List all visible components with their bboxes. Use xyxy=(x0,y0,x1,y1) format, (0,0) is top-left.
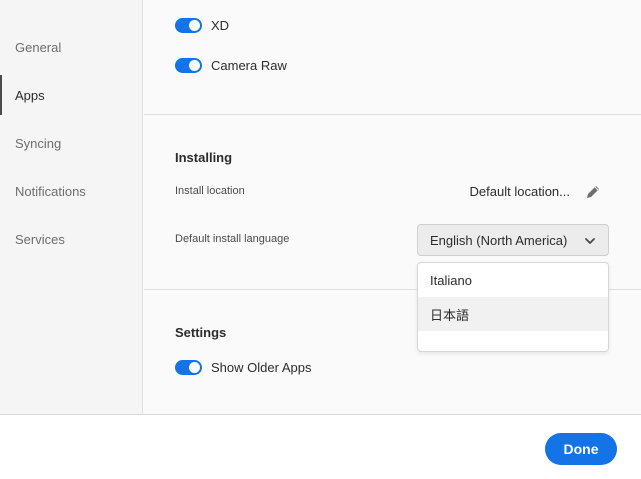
camera-raw-toggle[interactable] xyxy=(175,57,202,73)
settings-toggle-row: Show Older Apps xyxy=(175,357,311,377)
language-option-japanese[interactable]: 日本語 xyxy=(418,297,608,331)
install-location-value: Default location... xyxy=(469,184,570,199)
toggle-label: Camera Raw xyxy=(211,57,287,73)
installing-section-title: Installing xyxy=(175,150,233,165)
chevron-down-icon xyxy=(585,238,595,244)
sidebar-item-label: Services xyxy=(15,231,65,247)
show-older-apps-toggle[interactable] xyxy=(175,359,202,375)
sidebar-item-apps[interactable]: Apps xyxy=(0,75,142,115)
sidebar-item-general[interactable]: General xyxy=(0,27,142,67)
language-option-italiano[interactable]: Italiano xyxy=(418,263,608,297)
language-select-value: English (North America) xyxy=(430,232,568,248)
settings-section-title: Settings xyxy=(175,325,227,340)
preferences-window: General Apps Syncing Notifications Servi… xyxy=(0,0,641,479)
xd-toggle[interactable] xyxy=(175,17,202,33)
sidebar-item-notifications[interactable]: Notifications xyxy=(0,171,142,211)
sidebar-item-services[interactable]: Services xyxy=(0,219,142,259)
default-language-label: Default install language xyxy=(175,233,290,245)
sidebar-item-label: Syncing xyxy=(15,135,62,151)
language-select[interactable]: English (North America) xyxy=(417,224,609,256)
sidebar-item-label: General xyxy=(15,39,62,55)
sidebar: General Apps Syncing Notifications Servi… xyxy=(0,0,143,414)
main-panel: XD Camera Raw Installing Install locatio… xyxy=(144,0,641,414)
toggle-label: Show Older Apps xyxy=(211,359,312,375)
sidebar-item-label: Apps xyxy=(15,87,45,103)
install-location-label: Install location xyxy=(175,185,245,197)
app-toggle-row: Camera Raw xyxy=(175,55,287,75)
language-dropdown-menu: Italiano 日本語 xyxy=(417,262,609,352)
section-divider xyxy=(144,114,641,115)
toggle-label: XD xyxy=(211,17,230,33)
app-toggle-row: XD xyxy=(175,15,229,35)
pencil-icon[interactable] xyxy=(584,183,602,201)
sidebar-item-syncing[interactable]: Syncing xyxy=(0,123,142,163)
sidebar-item-label: Notifications xyxy=(15,183,86,199)
footer: Done xyxy=(0,414,641,479)
done-button[interactable]: Done xyxy=(545,433,617,465)
